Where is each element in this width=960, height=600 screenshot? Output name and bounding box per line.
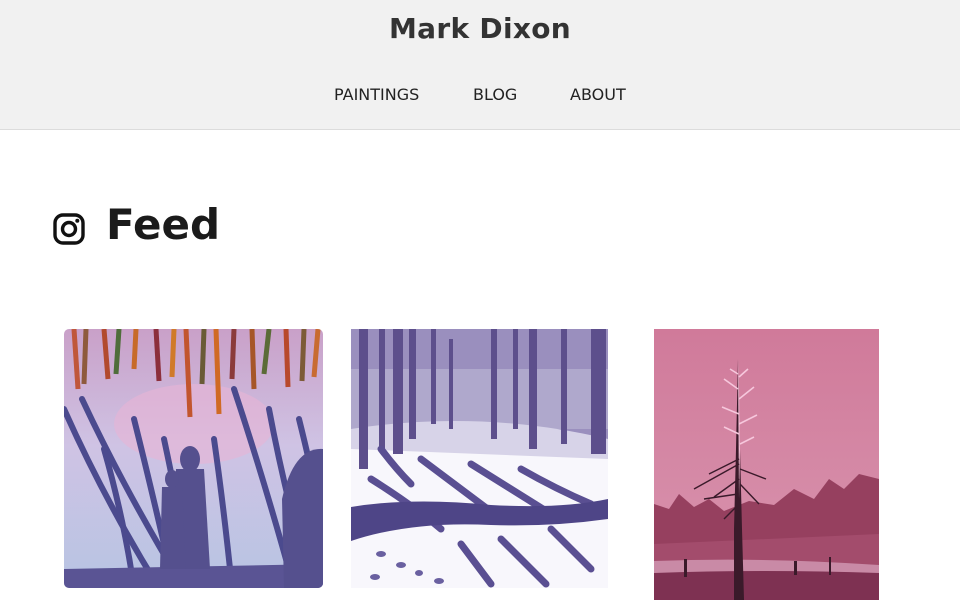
site-header: Mark Dixon PAINTINGS BLOG ABOUT <box>0 0 960 130</box>
gallery-image-3[interactable] <box>654 329 879 600</box>
pink-dead-tree-painting <box>654 329 879 600</box>
nav-item-paintings[interactable]: PAINTINGS <box>334 85 419 104</box>
nav-item-blog[interactable]: BLOG <box>473 85 517 104</box>
snow-forest-fallen-tree-painting <box>351 329 608 588</box>
nav-item-about[interactable]: ABOUT <box>570 85 626 104</box>
feed-title: Feed <box>106 200 221 249</box>
site-title[interactable]: Mark Dixon <box>0 12 960 45</box>
gallery-image-2[interactable] <box>351 329 608 588</box>
main-nav: PAINTINGS BLOG ABOUT <box>0 85 960 107</box>
winter-woods-figures-painting <box>64 329 323 588</box>
gallery-image-1[interactable] <box>64 329 323 588</box>
instagram-icon <box>53 213 85 245</box>
